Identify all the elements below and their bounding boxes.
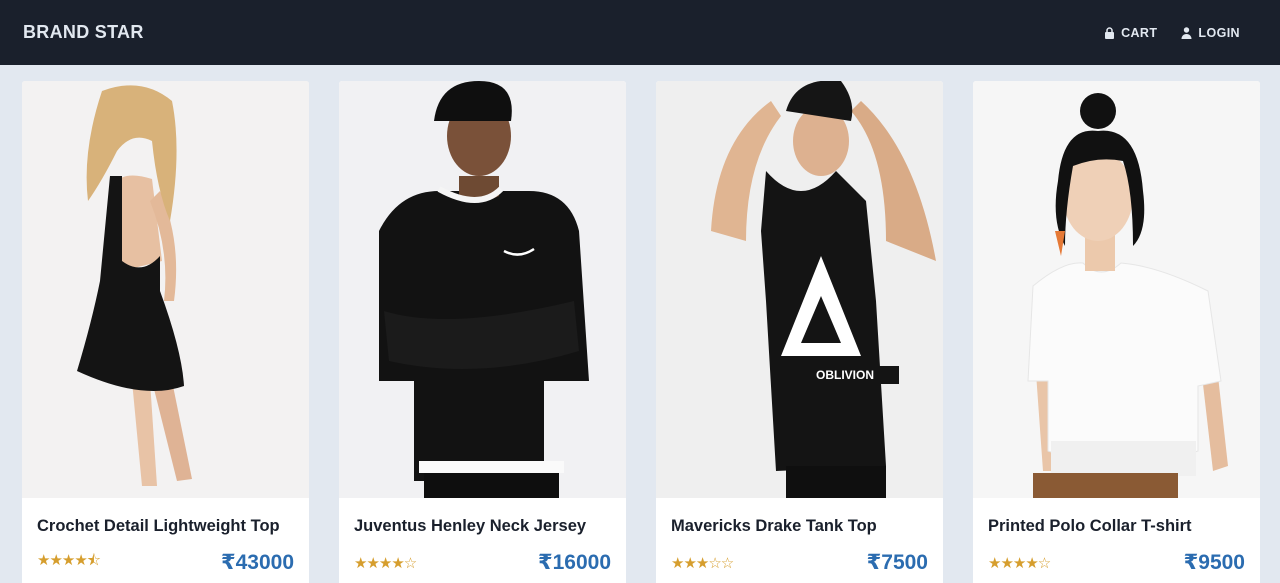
man-black-sweater-photo — [339, 81, 626, 498]
card-body: Printed Polo Collar T-shirt ★★★★☆ ₹9500 — [973, 498, 1260, 575]
product-title[interactable]: Mavericks Drake Tank Top — [671, 517, 928, 536]
product-price: ₹43000 — [220, 551, 294, 574]
card-body: Mavericks Drake Tank Top ★★★☆☆ ₹7500 — [656, 498, 943, 575]
brand-logo[interactable]: BRAND STAR — [23, 22, 144, 43]
product-title[interactable]: Juventus Henley Neck Jersey — [354, 517, 611, 536]
lock-icon — [1105, 26, 1115, 39]
card-meta: ★★★★☆ ₹9500 — [988, 550, 1245, 575]
card-body: Crochet Detail Lightweight Top ★★★★⯪ ₹43… — [22, 498, 309, 575]
product-price: ₹16000 — [537, 551, 611, 574]
woman-white-tshirt-photo — [973, 81, 1260, 498]
product-price: ₹9500 — [1183, 551, 1245, 574]
product-card[interactable]: Crochet Detail Lightweight Top ★★★★⯪ ₹43… — [22, 81, 309, 583]
woman-black-dress-photo — [22, 81, 309, 498]
star-rating: ★★★☆☆ — [671, 553, 734, 572]
product-image — [339, 81, 626, 498]
card-meta: ★★★★☆ ₹16000 — [354, 550, 611, 575]
nav-links: CART LOGIN — [1104, 26, 1240, 40]
product-title[interactable]: Crochet Detail Lightweight Top — [37, 517, 294, 536]
product-image: OBLIVION — [656, 81, 943, 498]
product-price: ₹7500 — [866, 551, 928, 574]
user-icon — [1181, 26, 1192, 39]
star-rating: ★★★★☆ — [988, 553, 1051, 572]
product-image — [22, 81, 309, 498]
product-title[interactable]: Printed Polo Collar T-shirt — [988, 517, 1245, 536]
card-body: Juventus Henley Neck Jersey ★★★★☆ ₹16000 — [339, 498, 626, 575]
product-grid: Crochet Detail Lightweight Top ★★★★⯪ ₹43… — [0, 65, 1280, 583]
card-meta: ★★★☆☆ ₹7500 — [671, 550, 928, 575]
product-card[interactable]: Printed Polo Collar T-shirt ★★★★☆ ₹9500 — [973, 81, 1260, 583]
product-image — [973, 81, 1260, 498]
man-black-tank-photo: OBLIVION — [656, 81, 943, 498]
cart-link[interactable]: CART — [1104, 26, 1157, 40]
star-rating: ★★★★⯪ — [37, 551, 101, 569]
star-rating: ★★★★☆ — [354, 553, 417, 572]
product-card[interactable]: Juventus Henley Neck Jersey ★★★★☆ ₹16000 — [339, 81, 626, 583]
login-label: LOGIN — [1198, 25, 1240, 40]
cart-label: CART — [1121, 25, 1158, 40]
card-meta: ★★★★⯪ ₹43000 — [37, 550, 294, 575]
product-card[interactable]: OBLIVION Mavericks Drake Tank Top ★★★☆☆ … — [656, 81, 943, 583]
svg-text:OBLIVION: OBLIVION — [816, 368, 874, 382]
login-link[interactable]: LOGIN — [1181, 26, 1240, 40]
top-navbar: BRAND STAR CART LOGIN — [0, 0, 1280, 65]
